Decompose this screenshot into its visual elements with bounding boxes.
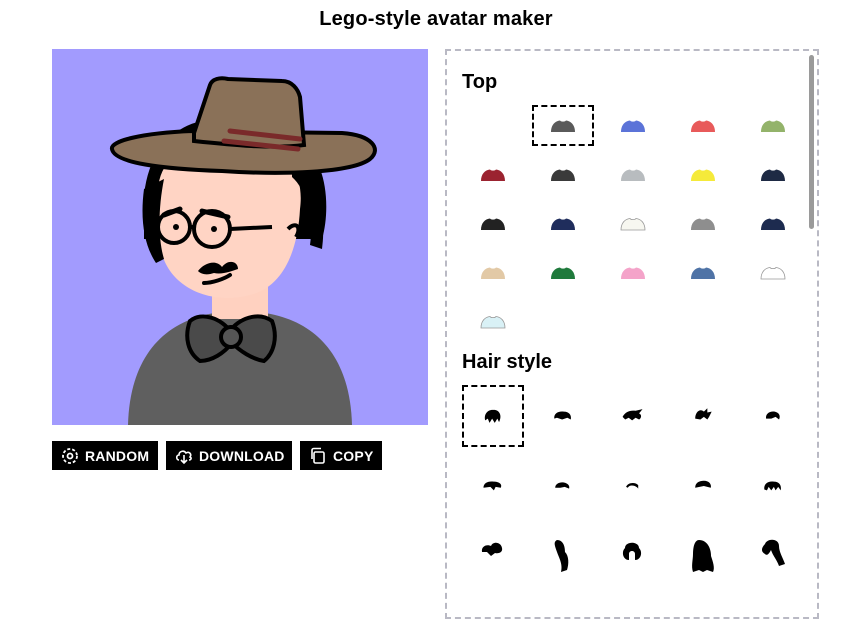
download-button[interactable]: DOWNLOAD — [166, 441, 292, 470]
top-option-none[interactable] — [462, 105, 524, 146]
hair-icon — [692, 540, 714, 572]
shirt-icon — [481, 267, 505, 279]
top-option-white-dots[interactable] — [602, 203, 664, 244]
page-title: Lego-style avatar maker — [319, 8, 553, 30]
hair-option-hair-10[interactable] — [742, 455, 804, 517]
top-option-light-blue-shirt[interactable] — [462, 301, 524, 342]
top-option-white-shirt[interactable] — [742, 252, 804, 293]
top-option-dark-badge[interactable] — [532, 154, 594, 195]
shirt-icon — [551, 120, 575, 132]
hair-option-hair-13[interactable] — [602, 525, 664, 587]
shirt-icon — [551, 218, 575, 230]
top-option-blue[interactable] — [602, 105, 664, 146]
hair-option-hair-5[interactable] — [742, 385, 804, 447]
hair-icon — [695, 480, 711, 488]
shirt-icon — [691, 218, 715, 230]
hair-icon — [765, 411, 780, 420]
shuffle-icon — [60, 446, 80, 466]
shirt-icon — [481, 218, 505, 230]
copy-icon — [308, 446, 328, 466]
action-buttons: RANDOM DOWNLOAD COPY — [52, 441, 382, 470]
copy-button-label: COPY — [333, 447, 374, 464]
hair-option-hair-14[interactable] — [672, 525, 734, 587]
hair-icon — [762, 539, 785, 566]
hair-option-hair-6[interactable] — [462, 455, 524, 517]
shirt-icon — [691, 169, 715, 181]
hair-option-hair-1[interactable] — [462, 385, 524, 447]
avatar-illustration — [52, 49, 428, 425]
top-option-dark-navy[interactable] — [742, 203, 804, 244]
shirt-icon — [621, 169, 645, 181]
shirt-icon — [481, 169, 505, 181]
hair-option-hair-12[interactable] — [532, 525, 594, 587]
shirt-icon — [761, 120, 785, 132]
shirt-icon — [480, 315, 506, 328]
hair-option-hair-11[interactable] — [462, 525, 524, 587]
hair-option-hair-8[interactable] — [602, 455, 664, 517]
copy-button[interactable]: COPY — [300, 441, 382, 470]
hair-icon — [481, 542, 503, 556]
shirt-icon — [761, 218, 785, 230]
top-section-title: Top — [462, 71, 498, 93]
hair-option-hair-15[interactable] — [742, 525, 804, 587]
top-option-beige[interactable] — [462, 252, 524, 293]
top-option-gray-suit[interactable] — [672, 203, 734, 244]
top-option-navy-tie[interactable] — [742, 154, 804, 195]
top-option-red[interactable] — [672, 105, 734, 146]
avatar-preview — [52, 49, 428, 425]
hair-icon — [622, 542, 642, 560]
shirt-icon — [621, 120, 645, 132]
shirt-icon — [551, 267, 575, 279]
download-button-label: DOWNLOAD — [199, 447, 285, 464]
cloud-download-icon — [174, 446, 194, 466]
hair-icon — [484, 409, 501, 423]
hair-option-hair-3[interactable] — [602, 385, 664, 447]
shirt-icon — [760, 266, 786, 279]
top-option-yellow[interactable] — [672, 154, 734, 195]
top-option-green-collar[interactable] — [532, 252, 594, 293]
shirt-icon — [551, 169, 575, 181]
hair-options-grid — [462, 385, 804, 587]
shirt-icon — [761, 169, 785, 181]
hair-option-hair-9[interactable] — [672, 455, 734, 517]
hair-option-hair-2[interactable] — [532, 385, 594, 447]
hair-option-hair-4[interactable] — [672, 385, 734, 447]
top-option-maroon[interactable] — [462, 154, 524, 195]
shirt-icon — [621, 267, 645, 279]
hair-icon — [626, 482, 639, 489]
random-button[interactable]: RANDOM — [52, 441, 158, 470]
top-option-pink[interactable] — [602, 252, 664, 293]
hair-icon — [483, 481, 502, 491]
hair-icon — [764, 481, 781, 491]
shirt-icon — [691, 120, 715, 132]
top-option-green[interactable] — [742, 105, 804, 146]
top-option-denim[interactable] — [672, 252, 734, 293]
hair-icon — [695, 408, 712, 420]
hair-section-title: Hair style — [462, 351, 553, 373]
top-option-light-gray[interactable] — [602, 154, 664, 195]
hair-icon — [554, 540, 569, 572]
random-button-label: RANDOM — [85, 447, 150, 464]
top-option-gray[interactable] — [532, 105, 594, 146]
hair-icon — [622, 409, 643, 421]
panel-scrollbar[interactable] — [809, 55, 814, 229]
top-option-navy-floral[interactable] — [532, 203, 594, 244]
shirt-icon — [620, 217, 646, 230]
options-panel[interactable]: Top Hair style — [445, 49, 819, 619]
hair-icon — [554, 411, 571, 420]
shirt-icon — [691, 267, 715, 279]
top-option-black-suit[interactable] — [462, 203, 524, 244]
top-options-grid — [462, 105, 804, 342]
hair-option-hair-7[interactable] — [532, 455, 594, 517]
hair-icon — [555, 482, 570, 489]
